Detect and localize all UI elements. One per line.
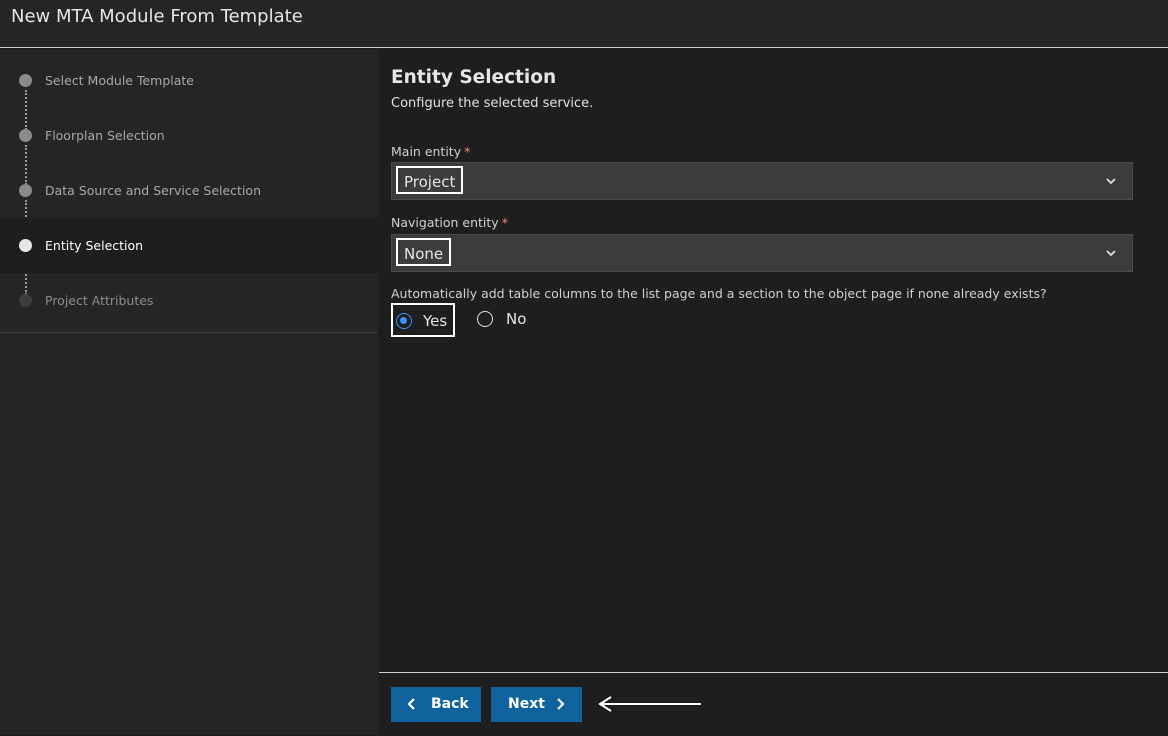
required-marker: * <box>501 215 508 230</box>
navigation-entity-label-text: Navigation entity <box>391 215 499 230</box>
step-select-module-template[interactable]: Select Module Template <box>0 53 378 108</box>
wizard-footer: Back Next <box>379 672 1168 736</box>
step-entity-selection[interactable]: Entity Selection <box>0 218 378 273</box>
main-panel: Entity Selection Configure the selected … <box>379 49 1168 736</box>
navigation-entity-label: Navigation entity * <box>391 215 508 230</box>
radio-yes-label: Yes <box>423 312 448 330</box>
radio-no-label: No <box>506 310 527 328</box>
radio-unselected-icon <box>477 311 493 327</box>
required-marker: * <box>464 144 471 159</box>
navigation-entity-value: None <box>396 238 452 266</box>
radio-yes[interactable]: Yes <box>391 303 455 337</box>
auto-add-radio-group: Yes No <box>391 303 551 337</box>
radio-no[interactable]: No <box>463 303 527 337</box>
step-label: Floorplan Selection <box>45 128 165 143</box>
step-data-source-service-selection[interactable]: Data Source and Service Selection <box>0 163 378 218</box>
wizard-sidebar: Select Module Template Floorplan Selecti… <box>0 49 378 735</box>
chevron-left-icon <box>407 698 415 710</box>
step-dot-icon <box>19 294 32 307</box>
step-label: Entity Selection <box>45 238 144 253</box>
back-button[interactable]: Back <box>391 687 481 722</box>
step-label: Project Attributes <box>45 293 154 308</box>
main-entity-select[interactable]: Project <box>391 162 1133 200</box>
step-label: Data Source and Service Selection <box>45 183 261 198</box>
next-button-label: Next <box>508 696 545 712</box>
arrow-left-icon <box>598 696 701 712</box>
back-button-label: Back <box>431 696 469 712</box>
wizard-steps: Select Module Template Floorplan Selecti… <box>0 53 378 333</box>
page-title: Entity Selection <box>391 67 557 88</box>
window-title: New MTA Module From Template <box>11 6 303 27</box>
main-entity-value: Project <box>396 166 464 194</box>
title-bar: New MTA Module From Template <box>0 0 1168 48</box>
step-project-attributes[interactable]: Project Attributes <box>0 273 378 328</box>
chevron-right-icon <box>557 698 565 710</box>
chevron-down-icon <box>1106 178 1116 185</box>
page-subtitle: Configure the selected service. <box>391 96 594 111</box>
step-dot-icon <box>19 239 32 252</box>
main-entity-label-text: Main entity <box>391 144 462 159</box>
next-button[interactable]: Next <box>491 687 582 722</box>
step-dot-icon <box>19 129 32 142</box>
step-label: Select Module Template <box>45 73 194 88</box>
chevron-down-icon <box>1106 250 1116 257</box>
radio-selected-icon <box>396 313 412 329</box>
step-floorplan-selection[interactable]: Floorplan Selection <box>0 108 378 163</box>
navigation-entity-select[interactable]: None <box>391 234 1133 272</box>
main-entity-label: Main entity * <box>391 144 470 159</box>
step-dot-icon <box>19 74 32 87</box>
auto-add-question: Automatically add table columns to the l… <box>391 286 1047 301</box>
step-dot-icon <box>19 184 32 197</box>
